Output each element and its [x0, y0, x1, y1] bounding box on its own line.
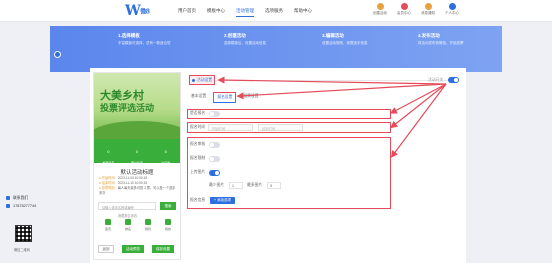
step-4: 4.发布活动 将活动发布到微信，开始投票 — [418, 33, 464, 45]
signup-label: 是否报名 — [190, 111, 206, 115]
settings-tabs: 基本设置 报名设置 投票设置 — [188, 92, 262, 103]
activity-settings-tab[interactable]: 活动设置 — [189, 75, 215, 85]
preview-signup-link[interactable]: 我要报名参赛 — [118, 213, 137, 218]
activity-preview: 大美乡村 投票评选活动 0 参赛选手 0 累计投票 0 访问量 默认活动标题 ● 开始… — [93, 72, 181, 260]
max-images-label: 最多图片 — [247, 183, 263, 187]
preview-search-input[interactable]: 请输入选手名称或编号 — [98, 202, 156, 210]
review-switch[interactable] — [209, 142, 220, 148]
preview-button[interactable]: 活动预览 — [122, 245, 144, 253]
contact-block: 联系我们 17875277744 — [6, 196, 46, 211]
preview-tabbar: 首页 排名 规则 我的 — [98, 219, 178, 232]
nav-item-templates[interactable]: 模板中心 — [207, 8, 225, 17]
step-2: 2.创建活动 选择模板后，设置活动信息 — [224, 33, 266, 45]
preview-search-button[interactable]: 搜索 — [160, 202, 176, 210]
min-images-input[interactable]: 1 — [229, 182, 243, 189]
divider — [215, 80, 455, 81]
bell-icon — [424, 3, 432, 10]
user-icon — [448, 3, 456, 10]
end-time-input[interactable]: 结束时间 — [258, 124, 303, 131]
top-icon-group: 创建活动 会员中心 消息通知 个人中心 — [372, 3, 460, 16]
tab-basic-settings[interactable]: 基本设置 — [188, 92, 209, 103]
preview-stats: 0 参赛选手 0 累计投票 0 访问量 — [94, 139, 180, 165]
preview-title-2: 投票评选活动 — [100, 104, 155, 114]
preview-info: ● 开始时间：2023-11-03 10:00:15 ● 结束时间：2023-1… — [99, 176, 176, 195]
activity-toggle-switch[interactable] — [448, 77, 459, 83]
step-3: 3.编辑活动 设置活动规则，参赛选手信息 — [322, 33, 368, 45]
crown-icon — [400, 3, 408, 10]
create-icon — [376, 3, 384, 10]
preview-activity-name: 默认活动标题 — [120, 170, 154, 176]
step-indicator-dot — [54, 51, 61, 58]
stat-views: 0 访问量 — [161, 149, 171, 165]
user-icon — [164, 219, 171, 225]
contact-title: 联系我们 — [6, 196, 46, 201]
step-1: 1.选择模板 丰富模板可选择，总有一款适合您 — [118, 33, 171, 45]
tab-signup-settings[interactable]: 报名设置 — [213, 92, 237, 103]
add-option-button[interactable]: + 添加选项 — [210, 197, 236, 204]
preview-tab-rank[interactable]: 排名 — [124, 219, 131, 232]
start-time-input[interactable]: 开始时间 — [208, 124, 253, 131]
preview-tab-mine[interactable]: 我的 — [164, 219, 171, 232]
rank-icon — [124, 219, 131, 225]
nav-item-home[interactable]: 用户首页 — [178, 8, 196, 17]
qr-label: 微信二维码 — [14, 248, 30, 252]
back-button[interactable]: 返回 — [98, 245, 114, 253]
preview-footer: 返回 活动预览 保存设置 — [94, 241, 180, 259]
upload-image-label: 上传图片 — [190, 170, 206, 174]
create-activity-button[interactable]: 创建活动 — [372, 3, 388, 16]
tab-vote-settings[interactable]: 投票设置 — [240, 92, 261, 103]
review-label: 报名审核 — [190, 142, 206, 146]
qr-code-image — [15, 225, 32, 242]
nav-item-help[interactable]: 帮助中心 — [294, 8, 312, 17]
home-icon — [104, 219, 111, 225]
min-images-label: 最少图片 — [209, 183, 225, 187]
contact-phone: 17875277744 — [6, 204, 46, 208]
top-navbar: W微8 用户首页 模板中心 活动管理 选项服务 帮助中心 创建活动 会员中心 消… — [0, 0, 552, 22]
signup-time-label: 报名时间 — [190, 125, 206, 129]
signup-info-label: 报名信息 — [190, 198, 206, 202]
preview-tab-rules[interactable]: 规则 — [144, 219, 151, 232]
limit-label: 报名限制 — [190, 156, 206, 160]
preview-banner-image: 大美乡村 投票评选活动 — [94, 73, 180, 139]
rules-icon — [144, 219, 151, 225]
save-button[interactable]: 保存设置 — [152, 245, 174, 253]
signup-switch[interactable] — [209, 111, 220, 117]
activity-toggle-label: 活动开关 — [428, 78, 444, 82]
steps-banner: 1.选择模板 丰富模板可选择，总有一款适合您 2.创建活动 选择模板后，设置活动信息… — [50, 26, 502, 72]
upload-image-switch[interactable] — [209, 170, 220, 176]
member-center-button[interactable]: 会员中心 — [396, 3, 412, 16]
profile-button[interactable]: 个人中心 — [444, 3, 460, 16]
nav-item-activity-manage[interactable]: 活动管理 — [236, 8, 254, 17]
preview-tab-home[interactable]: 首页 — [104, 219, 111, 232]
max-images-input[interactable]: 3 — [267, 182, 281, 189]
app-logo[interactable]: W微8 — [125, 3, 150, 19]
stat-contestants: 0 参赛选手 — [102, 149, 115, 165]
notifications-button[interactable]: 消息通知 — [420, 3, 436, 16]
limit-switch[interactable] — [209, 156, 220, 162]
nav-item-services[interactable]: 选项服务 — [265, 8, 283, 17]
main-nav: 用户首页 模板中心 活动管理 选项服务 帮助中心 — [178, 8, 312, 17]
dot-icon — [192, 79, 195, 82]
stat-votes: 0 累计投票 — [131, 149, 144, 165]
